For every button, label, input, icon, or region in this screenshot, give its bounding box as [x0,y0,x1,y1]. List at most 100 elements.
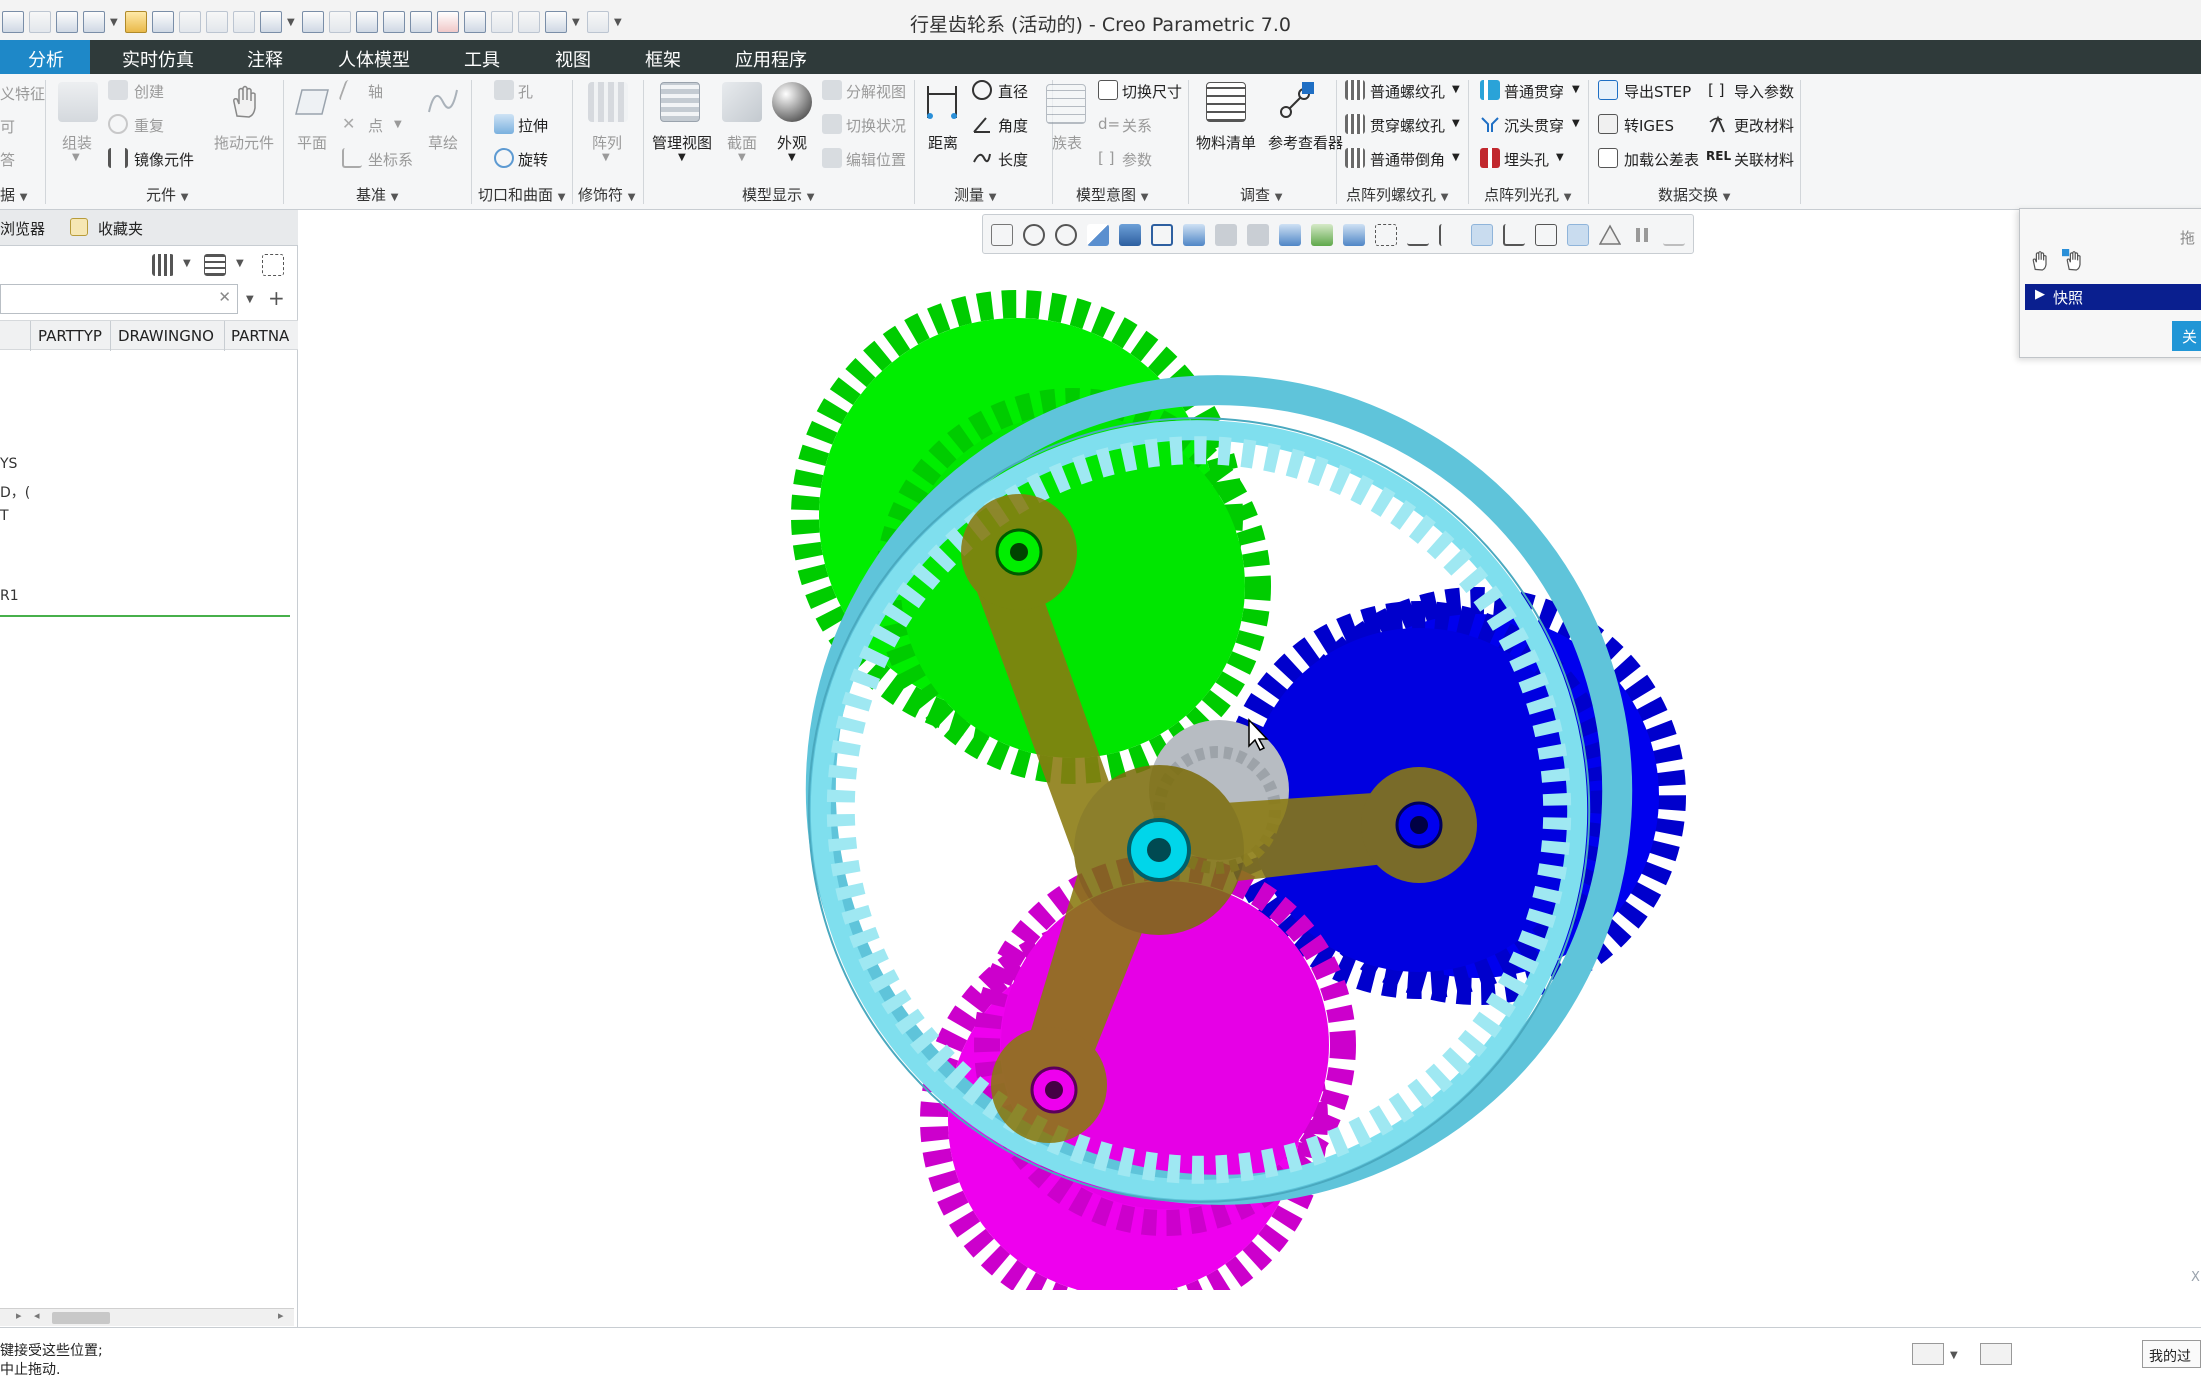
to-iges-button[interactable]: 转IGES [1624,115,1674,136]
zoom-in-icon[interactable] [1023,224,1045,246]
export-step-button[interactable]: 导出STEP [1624,81,1691,102]
filter-icon[interactable] [262,254,284,276]
scroll-left-icon[interactable]: ◂ [34,1309,40,1322]
reference-viewer-icon[interactable] [1276,82,1316,122]
annotation-display-icon[interactable] [1311,224,1333,246]
datum-display-icon[interactable] [1343,224,1365,246]
chevron-down-icon[interactable]: ▼ [394,119,402,130]
search-input[interactable]: ✕ [0,284,238,314]
tree-item-fragment[interactable]: D，( [0,482,30,502]
distance-icon[interactable] [922,82,962,122]
column-header-drawingno[interactable]: DRAWINGNO [118,327,214,345]
zoom-out-icon[interactable] [1055,224,1077,246]
point-display-icon[interactable] [1439,224,1461,246]
tab-framework[interactable]: 框架 [645,46,681,72]
group-label-operations[interactable]: 据 ▼ [0,184,28,205]
plane-display-icon[interactable] [1407,224,1429,246]
chevron-down-icon[interactable]: ▼ [1950,1350,1958,1361]
diameter-button[interactable]: 直径 [998,81,1028,102]
saved-orientations-icon[interactable] [1151,224,1173,246]
axis-button[interactable]: 轴 [368,81,383,102]
assemble-button[interactable]: 组装 [62,132,92,153]
manage-views-icon[interactable] [660,82,700,122]
coordinate-system-button[interactable]: 坐标系 [368,149,413,170]
tab-live-simulation[interactable]: 实时仿真 [122,46,194,72]
horizontal-scrollbar[interactable]: ▸ ◂ ▸ [0,1308,294,1326]
pause-icon[interactable] [1631,224,1653,246]
column-header-parttype[interactable]: PARTTYP [38,327,102,345]
close-button[interactable]: 关 [2172,321,2201,351]
chevron-down-icon[interactable]: ▼ [246,294,254,305]
chevron-down-icon[interactable]: ▼ [72,152,80,163]
snapshot-section[interactable]: ▶ 快照 [2025,284,2201,310]
thru-thread-hole-button[interactable]: 贯穿螺纹孔 [1370,115,1445,136]
group-label-measure[interactable]: 测量 ▼ [954,184,997,205]
group-label-model-display[interactable]: 模型显示 ▼ [742,184,815,205]
add-icon[interactable]: + [268,286,285,310]
scrollbar-thumb[interactable] [52,1312,110,1324]
relations-button[interactable]: 关系 [1122,115,1152,136]
chevron-down-icon[interactable]: ▼ [1556,152,1564,163]
link-material-button[interactable]: 关联材料 [1734,149,1794,170]
tree-item-fragment[interactable]: YS [0,456,17,472]
section-button[interactable]: 截面 [727,132,757,153]
chevron-down-icon[interactable]: ▼ [1452,152,1460,163]
import-params-button[interactable]: 导入参数 [1734,81,1794,102]
chevron-down-icon[interactable]: ▼ [602,152,610,163]
drag-hand-icon[interactable] [2028,249,2052,273]
countersink-hole-button[interactable]: 沉头贯穿 [1504,115,1564,136]
appearance-button[interactable]: 外观 [777,132,807,153]
stop-icon[interactable] [1663,224,1685,246]
extrude-button[interactable]: 拉伸 [518,115,548,136]
create-button[interactable]: 创建 [134,81,164,102]
perspective-view-icon[interactable] [1215,224,1237,246]
std-chamfer-hole-button[interactable]: 普通带倒角 [1370,149,1445,170]
tab-manikin[interactable]: 人体模型 [338,46,410,72]
group-label-clear-pattern[interactable]: 点阵列光孔 ▼ [1484,184,1572,205]
ops-item[interactable]: 答 [0,149,15,170]
chevron-down-icon[interactable]: ▼ [1452,118,1460,129]
connect-icon[interactable] [1567,224,1589,246]
group-label-investigate[interactable]: 调查 ▼ [1240,184,1283,205]
column-header-partname[interactable]: PARTNA [231,327,289,345]
drag-component-button[interactable]: 拖动元件 [214,132,274,153]
axis-display-icon[interactable] [1375,224,1397,246]
warning-icon[interactable] [1598,224,1622,246]
reference-viewer-button[interactable]: 参考查看器 [1268,132,1343,153]
tab-analysis[interactable]: 分析 [0,40,90,74]
bill-of-materials-icon[interactable] [1206,82,1246,122]
group-label-modifiers[interactable]: 修饰符 ▼ [578,184,636,205]
mirror-component-button[interactable]: 镜像元件 [134,149,194,170]
angle-button[interactable]: 角度 [998,115,1028,136]
ops-item[interactable]: 可 [0,116,15,137]
spin-center-icon[interactable] [1279,224,1301,246]
std-thread-hole-button[interactable]: 普通螺纹孔 [1370,81,1445,102]
tab-favorites[interactable]: 收藏夹 [98,218,143,239]
group-label-data-exchange[interactable]: 数据交换 ▼ [1658,184,1731,205]
show-icon[interactable] [204,254,226,276]
expand-triangle-icon[interactable]: ▶ [2035,287,2045,302]
manage-views-button[interactable]: 管理视图 [652,132,712,153]
drag-hand-icon[interactable] [225,82,265,122]
length-button[interactable]: 长度 [998,149,1028,170]
chevron-down-icon[interactable]: ▼ [236,258,244,269]
group-label-thread-pattern[interactable]: 点阵列螺纹孔 ▼ [1346,184,1449,205]
section-icon[interactable] [722,82,762,122]
section-view-icon[interactable] [1247,224,1269,246]
display-style-icon[interactable] [1119,224,1141,246]
chevron-down-icon[interactable]: ▼ [1572,118,1580,129]
group-label-datum[interactable]: 基准 ▼ [356,184,399,205]
explode-view-button[interactable]: 分解视图 [846,81,906,102]
counterbore-hole-button[interactable]: 埋头孔 [1504,149,1549,170]
parameters-button[interactable]: 参数 [1122,149,1152,170]
point-button[interactable]: 点 [368,115,383,136]
planetary-gear-model[interactable] [599,290,1699,1290]
sketch-button[interactable]: 草绘 [428,132,458,153]
family-table-button[interactable]: 族表 [1052,132,1082,153]
revolve-button[interactable]: 旋转 [518,149,548,170]
pattern-icon[interactable] [588,82,628,122]
group-label-cut-surface[interactable]: 切口和曲面 ▼ [478,184,566,205]
user-feature-button[interactable]: 义特征 [0,83,45,104]
tab-tools[interactable]: 工具 [464,46,500,72]
tab-applications[interactable]: 应用程序 [735,46,807,72]
